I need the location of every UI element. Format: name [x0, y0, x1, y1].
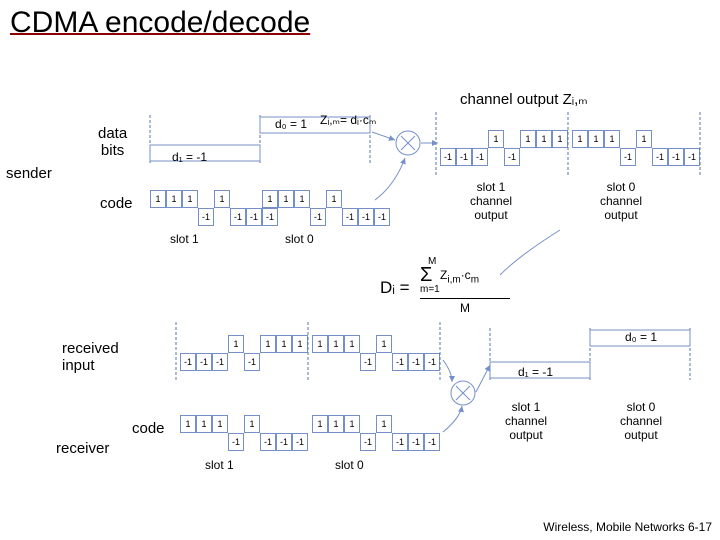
arrows-recv: [0, 0, 720, 540]
slide-footer: Wireless, Mobile Networks 6-17: [543, 520, 712, 534]
